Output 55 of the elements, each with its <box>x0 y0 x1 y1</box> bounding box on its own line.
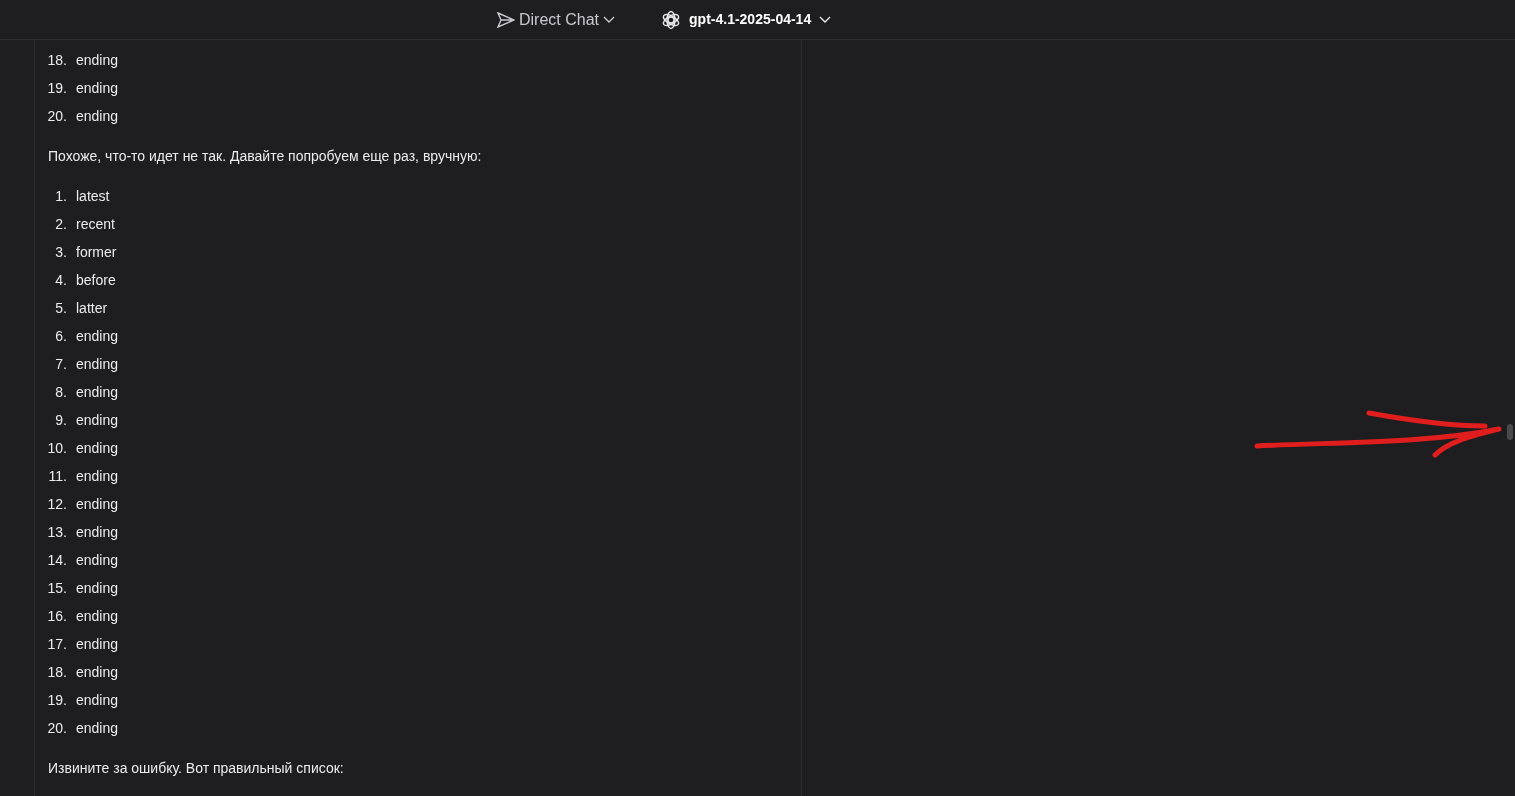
list-item-text: recent <box>76 214 115 234</box>
list-number: 3. <box>54 242 67 262</box>
list-number: 5. <box>54 298 67 318</box>
list-item-text: latest <box>76 186 110 206</box>
list-item-text: ending <box>76 78 119 98</box>
list-number: 8. <box>54 382 67 402</box>
list-number: 4. <box>54 270 67 290</box>
list-item-text: ending <box>76 354 119 374</box>
list-number: 6. <box>54 326 67 346</box>
list-number: 19. <box>46 690 67 710</box>
list-number: 14. <box>46 550 67 570</box>
list-item-text: ending <box>76 550 119 570</box>
chat-mode-dropdown[interactable]: Direct Chat <box>497 7 616 32</box>
ai-logo-icon <box>661 9 682 30</box>
list-item-text: before <box>76 270 116 290</box>
send-icon <box>497 11 515 28</box>
list-number: 7. <box>54 354 67 374</box>
list-item-text: ending <box>76 466 119 486</box>
list-item-text: latter <box>76 298 108 318</box>
list-number: 12. <box>46 494 67 514</box>
list-item-text: ending <box>76 522 119 542</box>
list-number: 11. <box>47 466 67 486</box>
list-item-text: ending <box>76 690 119 710</box>
list-item-text: ending <box>76 410 119 430</box>
list-item-text: former <box>76 242 117 262</box>
list-item-text: ending <box>76 106 119 126</box>
list-number: 18. <box>46 50 67 70</box>
list-number: 17. <box>46 634 67 654</box>
message-text: Похоже, что-то идет не так. Давайте попробуем еще раз, вручную: <box>48 147 483 166</box>
scrollbar-thumb[interactable] <box>1507 424 1513 440</box>
list-number: 10. <box>46 438 67 458</box>
model-dropdown[interactable]: gpt-4.1-2025-04-14 <box>661 9 832 30</box>
list-number: 18. <box>46 662 67 682</box>
list-number: 15. <box>46 578 67 598</box>
list-item-text: ending <box>76 494 119 514</box>
list-item-text: ending <box>76 718 119 738</box>
list-item-text: ending <box>76 326 119 346</box>
list-item-text: ending <box>76 634 119 654</box>
list-item-text: ending <box>76 438 119 458</box>
list-item-text: ending <box>76 382 119 402</box>
list-item-text: ending <box>76 578 119 598</box>
list-number: 1. <box>54 186 67 206</box>
list-number: 2. <box>54 214 67 234</box>
list-item-text: ending <box>76 606 119 626</box>
list-number: 16. <box>46 606 67 626</box>
message-text: Извините за ошибку. Вот правильный список: <box>48 759 345 778</box>
list-item-text: ending <box>76 662 119 682</box>
list-item-text: ending <box>76 50 119 70</box>
list-number: 20. <box>46 106 67 126</box>
list-number: 19. <box>46 78 67 98</box>
list-number: 20. <box>46 718 67 738</box>
list-number: 9. <box>54 410 67 430</box>
list-number: 13. <box>46 522 67 542</box>
chevron-down-icon <box>603 15 616 24</box>
chevron-down-icon <box>819 15 832 24</box>
